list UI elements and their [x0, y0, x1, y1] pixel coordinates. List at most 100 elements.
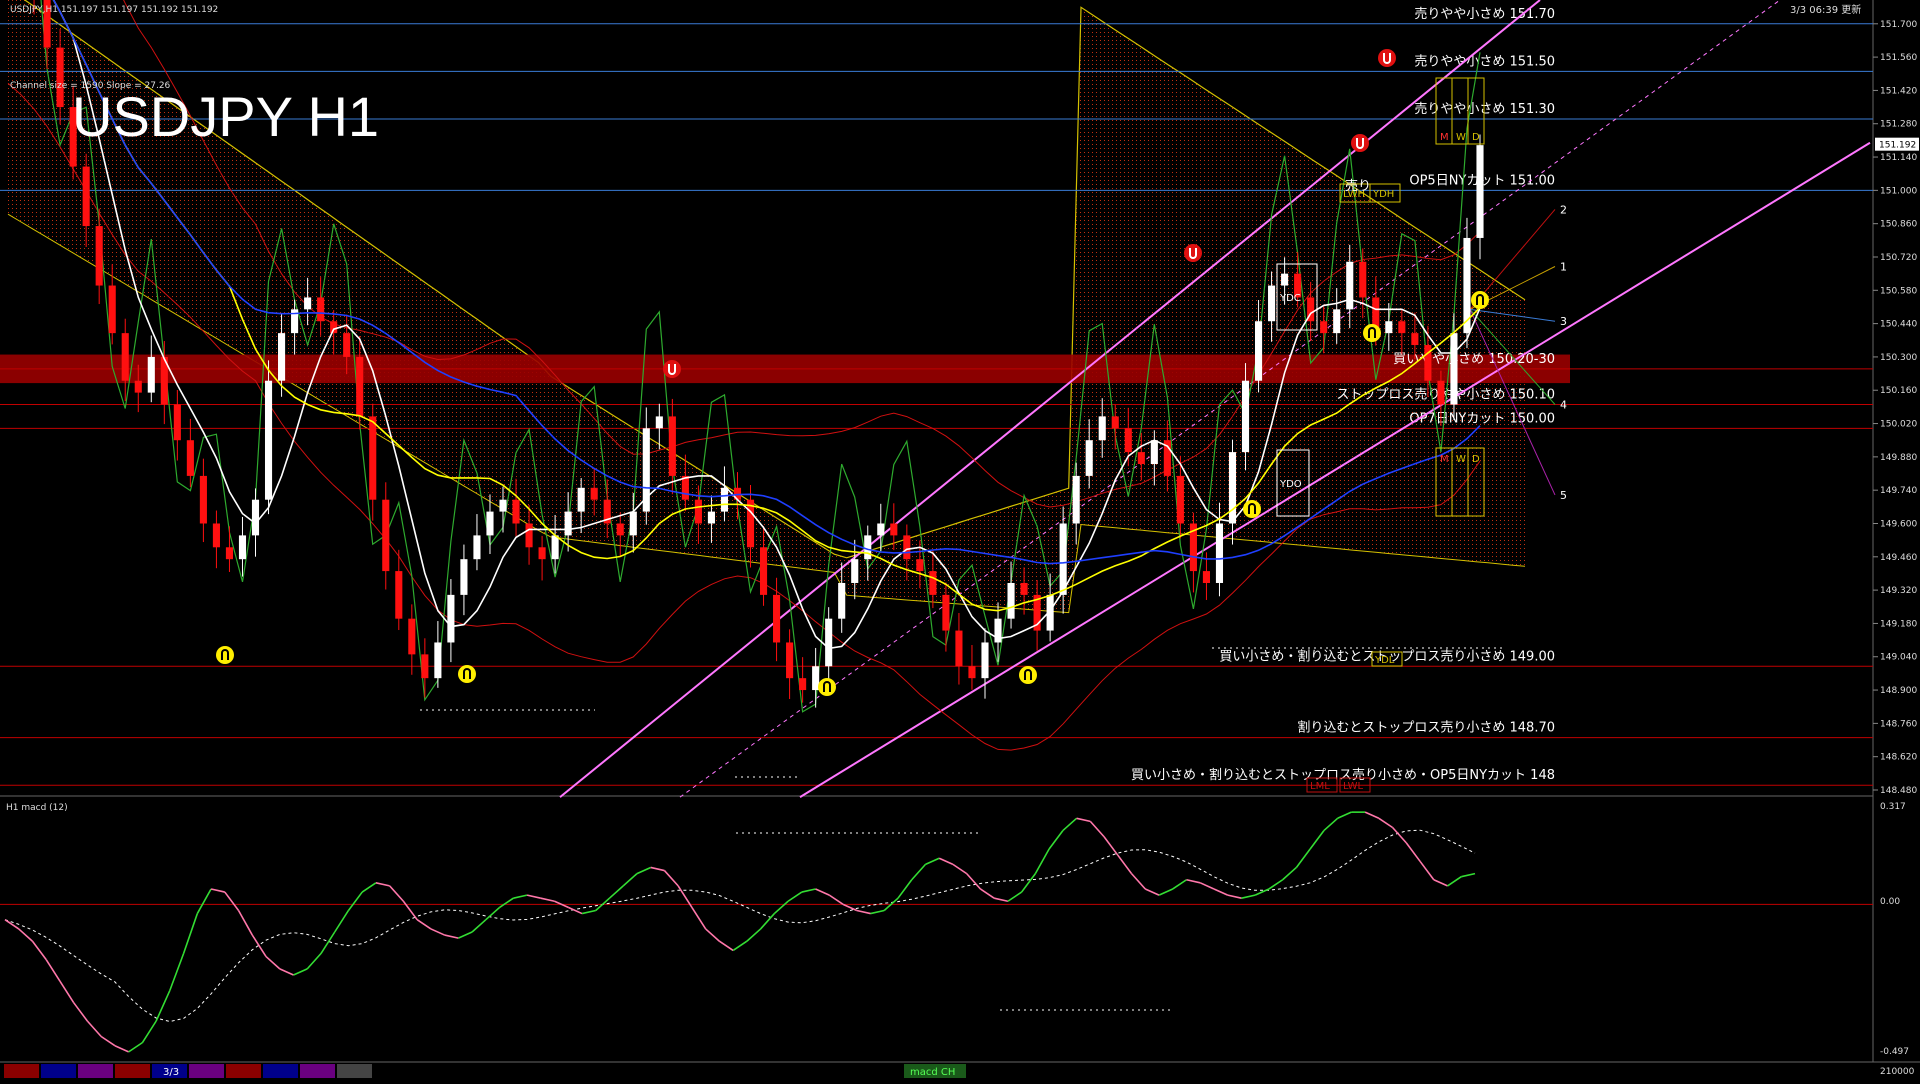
tab-swatch[interactable] — [337, 1064, 372, 1078]
candle-body — [1124, 428, 1132, 453]
candle-body — [330, 321, 338, 334]
candle-body — [486, 511, 494, 536]
candle-body — [1072, 475, 1080, 524]
candle-body — [147, 356, 155, 393]
candle-body — [343, 333, 351, 357]
candle-body — [773, 594, 781, 643]
candle-body — [369, 416, 377, 500]
tab-swatch[interactable] — [226, 1064, 261, 1078]
candle-body — [864, 535, 872, 560]
level-label: 割り込むとストップロス売り小さめ 148.70 — [1297, 720, 1555, 736]
tab-swatch[interactable] — [263, 1064, 298, 1078]
price-chart[interactable]: 売りやや小さめ 151.70 売りやや小さめ 151.50 売りやや小さめ 151.… — [0, 0, 1920, 1080]
candle-body — [655, 416, 663, 429]
mwd-mid-label: D — [1472, 454, 1480, 465]
projection-number: 4 — [1560, 399, 1567, 412]
candle-body — [1007, 582, 1015, 619]
price-tick-label: 151.700 — [1880, 20, 1917, 30]
price-tick-label: 149.180 — [1880, 619, 1917, 629]
buy-signal-marker — [1243, 500, 1261, 518]
buy-signal-marker — [818, 678, 836, 696]
level-label: 売りやや小さめ 151.30 — [1414, 101, 1555, 117]
price-tick-label: 149.320 — [1880, 586, 1917, 596]
buy-signal-marker — [458, 665, 476, 683]
candle-body — [421, 654, 429, 679]
mwd-mid-label: W — [1456, 454, 1466, 465]
macd-tick-zero: 0.00 — [1880, 897, 1900, 907]
lml-label: LML — [1310, 781, 1330, 792]
candle-body — [199, 475, 207, 524]
candle-body — [212, 523, 220, 548]
candle-body — [395, 571, 403, 619]
chart-title: USDJPY H1 — [72, 85, 379, 148]
projection-number: 3 — [1560, 315, 1567, 328]
candle-body — [629, 511, 637, 536]
candle-body — [668, 416, 676, 476]
candle-body — [1333, 309, 1341, 334]
candle-body — [1215, 523, 1224, 583]
candle-body — [538, 547, 546, 560]
candle-body — [929, 571, 937, 595]
price-tick-label: 151.420 — [1880, 86, 1917, 96]
price-tick-label: 151.000 — [1880, 186, 1917, 196]
candle-body — [694, 499, 702, 524]
candle-body — [473, 535, 481, 560]
level-label: 売りやや小さめ 151.50 — [1414, 53, 1555, 69]
candle-body — [512, 499, 520, 524]
candle-body — [408, 618, 416, 655]
sell-label: 売り — [1345, 178, 1371, 194]
candle-body — [942, 594, 950, 631]
macd-ch-tab-label[interactable]: macd CH — [910, 1067, 955, 1078]
candle-body — [903, 535, 911, 560]
projection-number: 1 — [1560, 261, 1567, 274]
tab-swatch[interactable] — [189, 1064, 224, 1078]
candle-body — [95, 226, 103, 286]
price-tick-label: 150.300 — [1880, 353, 1917, 363]
candle-body — [968, 666, 976, 679]
price-tick-label: 149.740 — [1880, 486, 1917, 496]
sell-signal-marker — [1184, 244, 1202, 262]
candle-body — [707, 511, 715, 524]
price-tick-label: 150.160 — [1880, 386, 1917, 396]
candle-body — [1150, 440, 1158, 465]
sell-signal-marker — [1351, 134, 1369, 152]
candle-body — [82, 166, 90, 227]
tab-swatch[interactable] — [300, 1064, 335, 1078]
ydl-label: YDL — [1374, 655, 1395, 666]
lwl-label: LWL — [1343, 781, 1364, 792]
projection-number: 5 — [1560, 489, 1567, 502]
tab-swatch[interactable] — [78, 1064, 113, 1078]
buy-signal-marker — [1019, 666, 1037, 684]
candle-body — [1228, 452, 1237, 524]
candle-body — [460, 559, 468, 595]
sell-signal-marker — [1378, 49, 1396, 67]
candle-body — [890, 523, 898, 536]
candle-body — [1450, 333, 1458, 405]
candle-body — [251, 499, 260, 536]
candle-body — [1098, 416, 1106, 441]
tab-swatch[interactable] — [115, 1064, 150, 1078]
candle-body — [499, 499, 507, 512]
price-tick-label: 148.620 — [1880, 753, 1917, 763]
candle-body — [1020, 582, 1028, 595]
price-tick-label: 150.580 — [1880, 286, 1917, 296]
candle-body — [564, 511, 572, 536]
candle-body — [186, 440, 194, 476]
macd-tick-top: 0.317 — [1880, 802, 1906, 812]
candle-body — [851, 559, 859, 583]
tab-swatch[interactable] — [41, 1064, 76, 1078]
ydo-label: YDO — [1279, 479, 1302, 490]
candle-body — [955, 630, 963, 667]
candle-body — [1202, 571, 1210, 583]
date-tab-label[interactable]: 3/3 — [163, 1067, 179, 1078]
price-tick-label: 150.440 — [1880, 320, 1917, 330]
tab-swatch[interactable] — [4, 1064, 39, 1078]
candle-body — [916, 559, 924, 572]
candle-body — [720, 487, 729, 512]
candle-body — [238, 535, 247, 560]
candle-body — [786, 642, 794, 679]
buy-signal-marker — [1363, 324, 1381, 342]
level-label: OP7日NYカット 150.00 — [1409, 411, 1555, 426]
price-tick-label: 151.140 — [1880, 153, 1917, 163]
buy-signal-marker — [1471, 291, 1489, 309]
